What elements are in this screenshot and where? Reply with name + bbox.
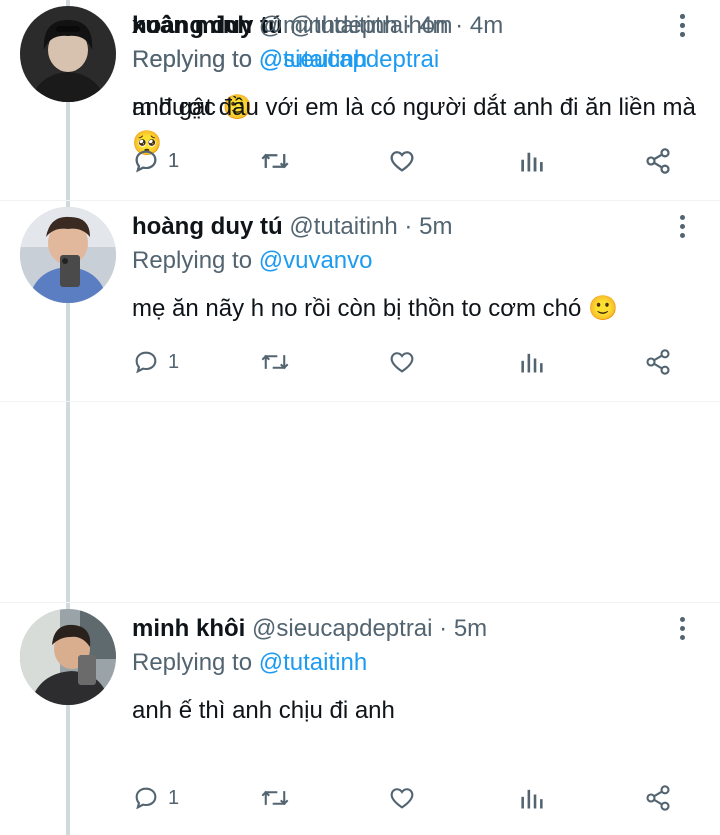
reply-button[interactable]: 1 [132, 781, 179, 815]
user-handle[interactable]: @tutaitinh [289, 213, 397, 240]
tweet[interactable]: hoàng duy tú @tutaitinh · 5m Replying to… [0, 201, 720, 401]
more-vertical-icon[interactable] [678, 215, 686, 241]
like-button[interactable] [388, 345, 416, 379]
views-icon [521, 789, 543, 809]
retweet-icon [261, 354, 289, 370]
avatar[interactable] [20, 609, 116, 705]
share-icon [646, 785, 670, 811]
heart-icon [390, 352, 414, 373]
display-name[interactable]: xuân minh [132, 12, 252, 39]
display-name[interactable]: hoàng duy tú [132, 213, 283, 240]
like-button[interactable] [388, 144, 416, 178]
views-button[interactable] [518, 345, 546, 379]
user-handle[interactable]: @minhdeptraihon [259, 12, 449, 39]
views-button[interactable] [518, 144, 546, 178]
tweet-header: hoàng duy tú @tutaitinh · 5m [132, 213, 452, 241]
action-bar: 1 [132, 345, 692, 379]
user-handle[interactable]: @sieucapdeptrai [252, 615, 432, 642]
avatar[interactable] [20, 207, 116, 303]
timestamp[interactable]: 5m [419, 213, 452, 240]
separator: · [439, 615, 448, 642]
retweet-icon [261, 153, 289, 169]
separator: · [455, 12, 464, 39]
replying-prefix: Replying to [132, 649, 253, 676]
timestamp[interactable]: 5m [454, 615, 487, 642]
tweet-text: mẹ ăn nãy h no rồi còn bị thồn to cơm ch… [132, 295, 618, 322]
timestamp[interactable]: 4m [470, 12, 503, 39]
replying-to: Replying to @vuvanvo [132, 247, 373, 275]
reply-icon [135, 787, 157, 810]
divider [0, 602, 720, 603]
share-button[interactable] [644, 144, 672, 178]
avatar[interactable] [20, 6, 116, 102]
share-icon [646, 148, 670, 174]
views-icon [521, 353, 543, 373]
replying-prefix: Replying to [132, 46, 253, 73]
retweet-button[interactable] [260, 345, 290, 379]
tweet[interactable]: minh khôi @sieucapdeptrai · 5m Replying … [0, 603, 720, 835]
tweet[interactable]: xuân minh @minhdeptraihon · 4m Replying … [0, 0, 720, 200]
views-icon [521, 152, 543, 172]
replying-to-link[interactable]: @vuvanvo [259, 247, 373, 274]
divider [0, 200, 720, 201]
divider [0, 401, 720, 402]
tweet-header: minh khôi @sieucapdeptrai · 5m [132, 615, 487, 643]
more-vertical-icon[interactable] [678, 617, 686, 643]
reply-count: 1 [168, 786, 180, 809]
tweet-header: xuân minh @minhdeptraihon · 4m [132, 12, 503, 40]
reply-icon [135, 351, 157, 374]
retweet-button[interactable] [260, 781, 290, 815]
share-button[interactable] [644, 345, 672, 379]
display-name[interactable]: minh khôi [132, 615, 245, 642]
retweet-button[interactable] [260, 144, 290, 178]
replying-to: Replying to @tutaitinh [132, 649, 367, 677]
like-button[interactable] [388, 781, 416, 815]
replying-to-link[interactable]: @tutaitinh [259, 46, 367, 73]
views-button[interactable] [518, 781, 546, 815]
reply-button[interactable]: 1 [132, 144, 179, 178]
share-icon [646, 349, 670, 375]
heart-icon [390, 151, 414, 172]
action-bar: 1 [132, 781, 692, 815]
separator: · [404, 213, 413, 240]
reply-count: 1 [168, 350, 180, 373]
reply-icon [135, 150, 157, 173]
more-vertical-icon[interactable] [678, 14, 686, 40]
action-bar: 1 [132, 144, 692, 178]
tweet-text: anh ế thì anh chịu đi anh [132, 697, 395, 724]
share-button[interactable] [644, 781, 672, 815]
retweet-icon [261, 790, 289, 806]
reply-button[interactable]: 1 [132, 345, 179, 379]
heart-icon [390, 788, 414, 809]
reply-count: 1 [168, 149, 180, 172]
replying-to-link[interactable]: @tutaitinh [259, 649, 367, 676]
replying-to: Replying to @tutaitinh [132, 46, 367, 74]
replying-prefix: Replying to [132, 247, 253, 274]
